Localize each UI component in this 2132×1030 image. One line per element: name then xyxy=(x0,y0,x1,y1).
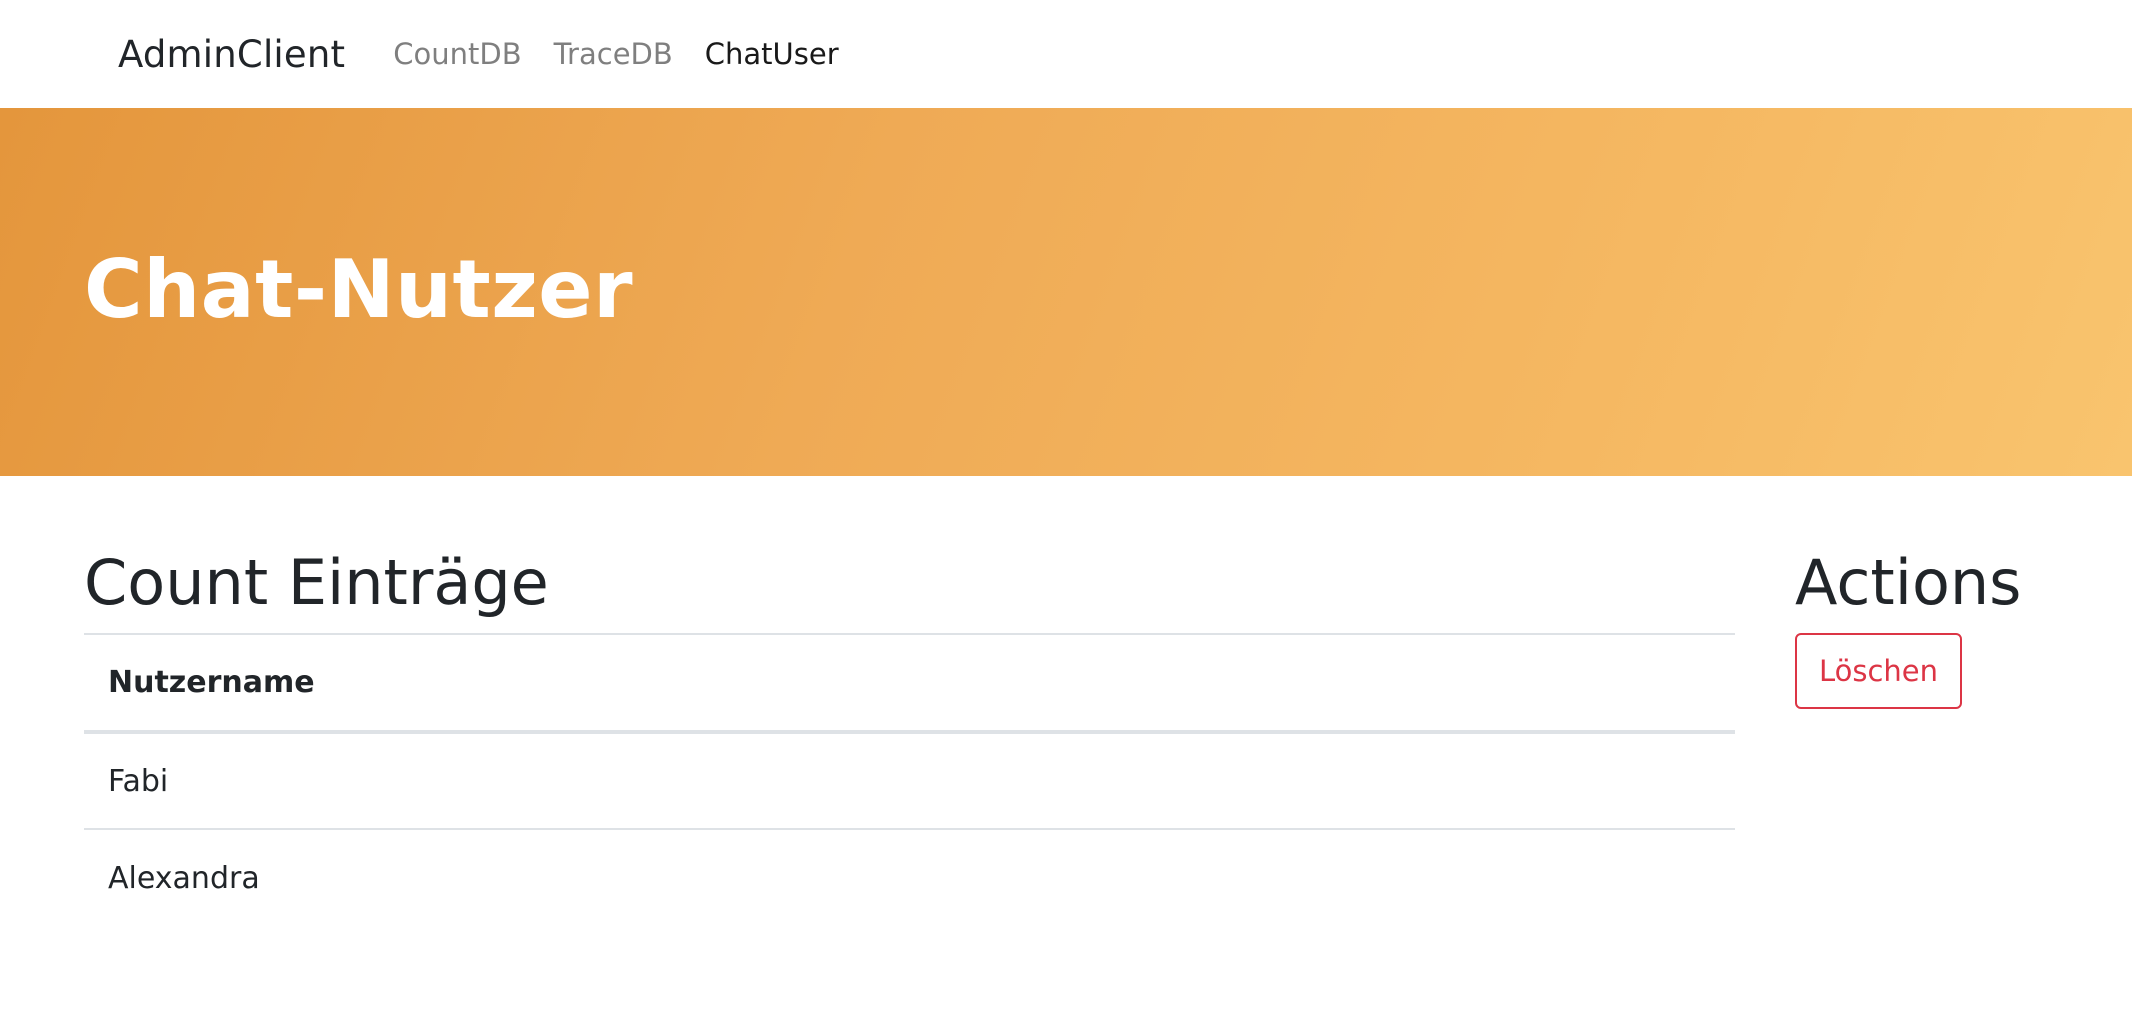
hero-banner: Chat-Nutzer xyxy=(0,108,2132,476)
table-row[interactable]: Fabi xyxy=(84,732,1735,830)
table-header-row: Nutzername xyxy=(84,633,1735,734)
column-header-username: Nutzername xyxy=(84,633,1735,734)
users-table: Nutzername Fabi Alexandra xyxy=(84,633,1735,926)
page-title: Chat-Nutzer xyxy=(84,243,634,336)
nav-link-countdb[interactable]: CountDB xyxy=(393,37,521,71)
section-title: Count Einträge xyxy=(84,546,549,619)
table-cell-username: Alexandra xyxy=(108,860,260,896)
table-row[interactable]: Alexandra xyxy=(84,829,1735,926)
actions-title: Actions xyxy=(1795,546,2022,619)
nav-link-tracedb[interactable]: TraceDB xyxy=(554,37,673,71)
nav-link-chatuser[interactable]: ChatUser xyxy=(705,37,839,71)
users-table-wrapper: Nutzername Fabi Alexandra xyxy=(84,633,1735,926)
table-cell-username: Fabi xyxy=(84,732,1735,830)
delete-button[interactable]: Löschen xyxy=(1795,633,1962,709)
nav-links: CountDB TraceDB ChatUser xyxy=(393,37,870,71)
top-navbar: AdminClient CountDB TraceDB ChatUser xyxy=(0,0,2132,108)
brand-link[interactable]: AdminClient xyxy=(118,33,345,76)
